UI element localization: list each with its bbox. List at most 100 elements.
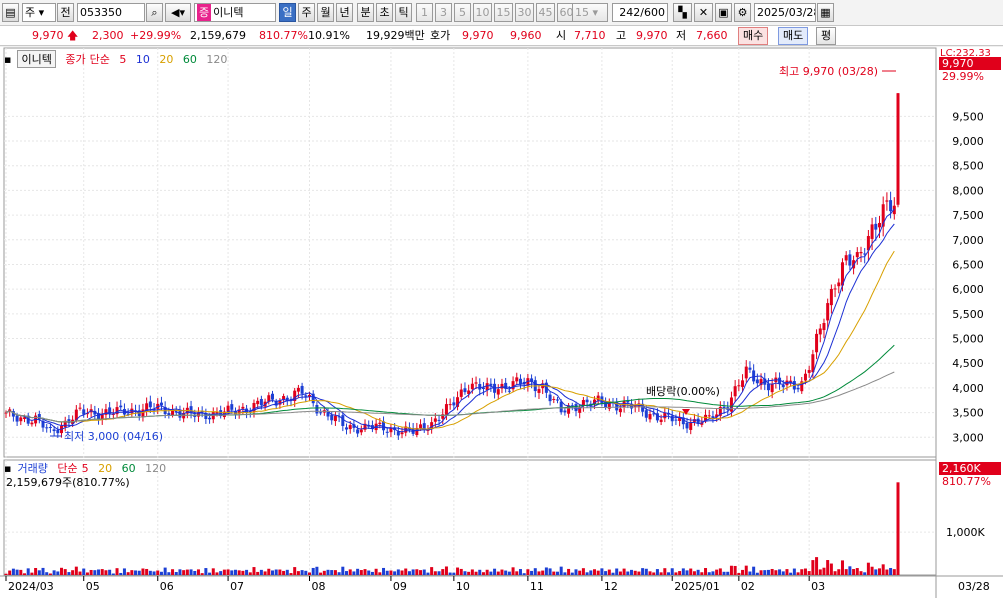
volume-bar xyxy=(237,570,241,575)
volume-bar xyxy=(815,557,819,575)
x-tick-label: 06 xyxy=(160,580,174,593)
jeon-button[interactable]: 전 xyxy=(57,3,74,22)
interval-1-button[interactable]: 1 xyxy=(416,3,433,22)
candle-body xyxy=(481,387,485,389)
chart-svg[interactable]: 9,500 9,000 8,500 8,000 7,500 7,000 6,500 6,000… xyxy=(0,47,1003,598)
sell-button[interactable]: 매도 xyxy=(778,27,809,45)
candle-body xyxy=(855,252,859,258)
candle-body xyxy=(537,389,541,393)
volume-bar xyxy=(755,572,759,575)
volume-bar xyxy=(259,569,263,575)
period-week-button[interactable]: 주 xyxy=(298,3,315,22)
volume-bar xyxy=(689,568,693,575)
candle-body xyxy=(585,399,589,403)
candle-body xyxy=(48,426,52,428)
volume-bar xyxy=(789,572,793,575)
chart-area[interactable]: 9,500 9,000 8,500 8,000 7,500 7,000 6,500 6,000… xyxy=(0,47,1003,598)
period-tick-button[interactable]: 틱 xyxy=(395,3,412,22)
candle-body xyxy=(803,373,807,381)
speaker-icon[interactable]: ◀▾ xyxy=(165,3,191,22)
period-year-button[interactable]: 년 xyxy=(336,3,353,22)
search-icon[interactable]: ⌕ xyxy=(146,3,163,22)
chart-menu-icon[interactable]: ▤ xyxy=(2,3,19,22)
volume-bar xyxy=(481,572,485,575)
legend-ma-120: 120 xyxy=(206,53,228,66)
buy-button[interactable]: 매수 xyxy=(738,27,769,45)
eval-button[interactable]: 평 xyxy=(816,27,837,45)
volume-bar xyxy=(4,573,8,575)
volume-bar xyxy=(485,569,489,575)
candle-body xyxy=(56,429,60,434)
candle-body xyxy=(685,422,689,429)
volume-bar xyxy=(274,569,278,575)
date-input[interactable]: 2025/03/28 xyxy=(754,3,816,22)
x-tick-label: 07 xyxy=(230,580,244,593)
volume-bar xyxy=(863,572,867,575)
candle-body xyxy=(270,393,274,400)
period-day-button[interactable]: 일 xyxy=(279,3,296,22)
volume-bar xyxy=(726,571,730,575)
volume-bar xyxy=(581,568,585,575)
volume-bar xyxy=(800,569,804,575)
gear-icon[interactable]: ⚙ xyxy=(734,3,751,22)
y-tick-label: 7,000 xyxy=(952,234,984,247)
open-value: 7,710 xyxy=(574,29,606,42)
candle-body xyxy=(826,303,830,321)
volume-bar xyxy=(774,570,778,575)
candle-body xyxy=(818,328,822,335)
interval-3-button[interactable]: 3 xyxy=(435,3,452,22)
interval-10-button[interactable]: 10 xyxy=(473,3,492,22)
candle-body xyxy=(444,404,448,415)
calendar-icon[interactable]: ▦ xyxy=(817,3,834,22)
volume-bar xyxy=(130,570,134,575)
candle-body xyxy=(252,402,256,413)
volume-bar xyxy=(615,568,619,575)
candle-body xyxy=(848,254,852,266)
candle-body xyxy=(378,422,382,424)
volume-bar xyxy=(829,563,833,575)
candle-body xyxy=(319,412,323,414)
volume-bar xyxy=(729,565,733,575)
candle-body xyxy=(877,222,881,228)
stock-code-input[interactable]: 053350 xyxy=(77,3,145,22)
period-second-button[interactable]: 초 xyxy=(376,3,393,22)
candle-body xyxy=(744,366,748,379)
candle-body xyxy=(470,383,474,390)
volume-bar xyxy=(296,571,300,575)
y-tick-label: 8,000 xyxy=(952,184,984,197)
volume-bar xyxy=(770,568,774,575)
volume-bar xyxy=(637,571,641,575)
volume-bar xyxy=(818,569,822,575)
candle-body xyxy=(618,408,622,413)
stock-name-field[interactable]: 증 이니텍 xyxy=(194,3,276,22)
data-count-input[interactable]: 242/600 xyxy=(612,3,668,22)
save-icon[interactable]: ▣ xyxy=(715,3,732,22)
candle-body xyxy=(874,223,878,230)
volume-bar xyxy=(304,570,308,575)
legend-menu-icon[interactable]: ▪ xyxy=(4,53,11,66)
legend-stock-name[interactable]: 이니텍 xyxy=(17,50,56,68)
interval-select[interactable]: 15 ▾ xyxy=(572,3,608,22)
volume-bar xyxy=(148,570,152,575)
period-month-button[interactable]: 월 xyxy=(317,3,334,22)
volume-bar xyxy=(315,566,319,575)
volume-bar xyxy=(152,571,156,575)
interval-30-button[interactable]: 30 xyxy=(515,3,534,22)
volume-bar xyxy=(319,572,323,575)
crosshair-icon[interactable]: ✕ xyxy=(694,3,713,22)
volume-bar xyxy=(744,565,748,575)
interval-45-button[interactable]: 45 xyxy=(536,3,555,22)
y-tick-label: 7,500 xyxy=(952,209,984,222)
candle-body xyxy=(689,422,693,430)
period-minute-button[interactable]: 분 xyxy=(357,3,374,22)
volume-bar xyxy=(489,571,493,575)
volume-bar xyxy=(874,569,878,575)
x-tick-label: 10 xyxy=(456,580,470,593)
volume-bar xyxy=(715,569,719,575)
interval-5-button[interactable]: 5 xyxy=(454,3,471,22)
grid-toggle-icon[interactable]: ▚ xyxy=(673,3,692,22)
volume-bar xyxy=(163,567,167,575)
market-select[interactable]: 주 ▾ xyxy=(22,3,56,22)
volume-bar xyxy=(752,566,756,575)
interval-15-button[interactable]: 15 xyxy=(494,3,513,22)
